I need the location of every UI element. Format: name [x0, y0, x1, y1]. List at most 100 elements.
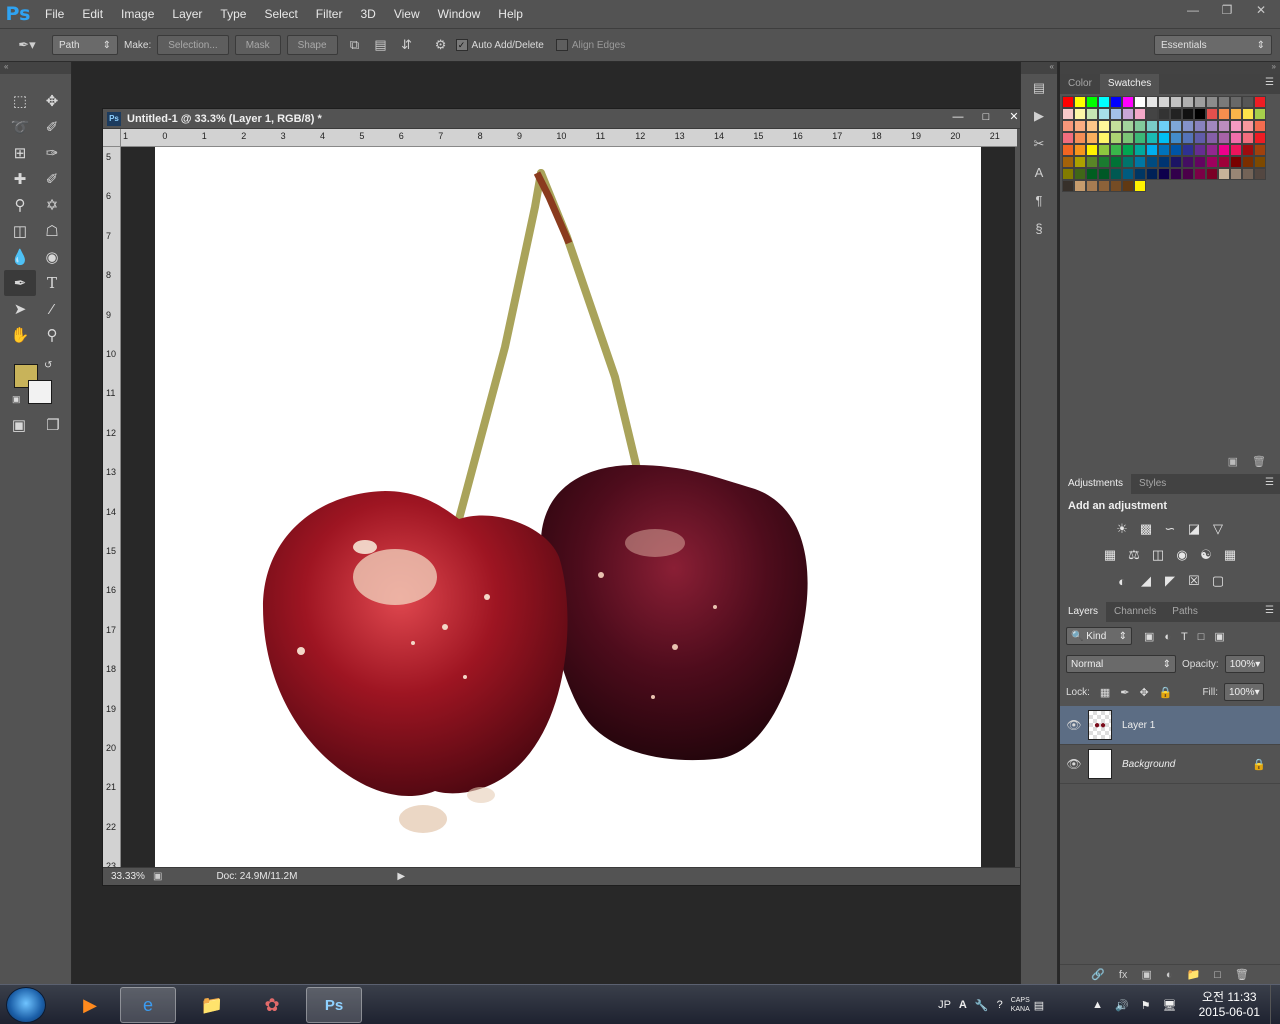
kind-filter-select[interactable]: 🔍 Kind ⇕ [1066, 627, 1132, 645]
color-swatch[interactable] [1062, 108, 1074, 120]
color-swatch[interactable] [1158, 132, 1170, 144]
color-swatch[interactable] [1122, 132, 1134, 144]
channel-mixer-icon[interactable]: ☯ [1197, 546, 1215, 564]
color-swatch[interactable] [1146, 144, 1158, 156]
lasso-tool-icon[interactable]: ➰ [4, 114, 36, 140]
status-menu-arrow-icon[interactable]: ▶ [397, 871, 405, 882]
color-swatch[interactable] [1194, 144, 1206, 156]
color-swatch[interactable] [1098, 180, 1110, 192]
color-swatch[interactable] [1158, 168, 1170, 180]
link-layers-icon[interactable]: 🔗 [1091, 968, 1105, 981]
color-swatch[interactable] [1254, 144, 1266, 156]
color-balance-icon[interactable]: ⚖ [1125, 546, 1143, 564]
color-swatch[interactable] [1218, 132, 1230, 144]
quick-mask-icon[interactable]: ▣ [6, 412, 32, 438]
brush-tool-icon[interactable]: ✐ [36, 166, 68, 192]
show-hidden-icons[interactable]: ▲ [1092, 999, 1103, 1011]
tab-paths[interactable]: Paths [1164, 602, 1206, 622]
color-swatch[interactable] [1206, 96, 1218, 108]
document-title-bar[interactable]: Ps Untitled-1 @ 33.3% (Layer 1, RGB/8) *… [103, 109, 1033, 129]
vertical-ruler[interactable]: 5 6 7 8 9 10 11 12 13 14 15 16 17 18 19 20 21 22 23 [103, 147, 121, 869]
color-swatch[interactable] [1086, 180, 1098, 192]
zoom-tool-icon[interactable]: ⚲ [36, 322, 68, 348]
language-indicator[interactable]: JP [938, 999, 951, 1011]
menu-view[interactable]: View [385, 0, 429, 28]
color-swatch[interactable] [1206, 168, 1218, 180]
close-icon[interactable]: ✕ [1252, 3, 1270, 17]
color-swatch[interactable] [1086, 144, 1098, 156]
color-swatch[interactable] [1122, 96, 1134, 108]
color-swatch[interactable] [1074, 144, 1086, 156]
strip-collapse-icon[interactable]: « [1021, 62, 1057, 74]
volume-icon[interactable]: 🔊 [1115, 999, 1129, 1012]
pen-tool-icon[interactable]: ✒ [4, 270, 36, 296]
eyedropper-tool-icon[interactable]: ✑ [36, 140, 68, 166]
color-swatch[interactable] [1194, 132, 1206, 144]
new-adjustment-icon[interactable]: ◐ [1166, 969, 1173, 981]
layer-row-layer-1[interactable]: 👁 ●● Layer 1 [1060, 706, 1280, 745]
background-color-swatch[interactable] [28, 380, 52, 404]
color-swatch[interactable] [1254, 108, 1266, 120]
canvas[interactable] [155, 147, 981, 869]
styles-strip-icon[interactable]: § [1021, 214, 1057, 242]
color-swatch[interactable] [1242, 168, 1254, 180]
color-swatch[interactable] [1074, 108, 1086, 120]
color-swatch[interactable] [1170, 120, 1182, 132]
color-swatch[interactable] [1086, 132, 1098, 144]
color-swatch[interactable] [1218, 144, 1230, 156]
color-swatch[interactable] [1242, 108, 1254, 120]
history-panel-icon[interactable]: ▤ [1021, 74, 1057, 102]
color-swatch[interactable] [1242, 120, 1254, 132]
color-swatch[interactable] [1074, 168, 1086, 180]
pen-tool-preset-icon[interactable]: ✒▾ [16, 34, 38, 56]
panel-menu-icon[interactable]: ☰ [1265, 77, 1274, 88]
align-edges-checkbox[interactable] [555, 39, 568, 51]
color-swatch[interactable] [1254, 132, 1266, 144]
path-selection-tool-icon[interactable]: ➤ [4, 296, 36, 322]
color-swatch[interactable] [1110, 132, 1122, 144]
color-swatch[interactable] [1098, 96, 1110, 108]
character-panel-icon[interactable]: A [1021, 158, 1057, 186]
status-share-icon[interactable]: ▣ [153, 871, 162, 882]
color-swatch[interactable] [1074, 156, 1086, 168]
gear-icon[interactable]: ⚙ [430, 34, 452, 56]
make-selection-button[interactable]: Selection... [157, 35, 229, 55]
minimize-icon[interactable]: — [1184, 3, 1202, 17]
color-swatch[interactable] [1146, 120, 1158, 132]
color-swatch[interactable] [1218, 120, 1230, 132]
color-swatch[interactable] [1122, 168, 1134, 180]
menu-file[interactable]: File [36, 0, 73, 28]
black-white-icon[interactable]: ◫ [1149, 546, 1167, 564]
color-swatch[interactable] [1254, 96, 1266, 108]
ime-tools-icon[interactable]: 🔧 [975, 999, 989, 1012]
filter-type-icons[interactable]: ▣◐T□▣ [1144, 630, 1235, 643]
color-swatch[interactable] [1122, 156, 1134, 168]
visibility-eye-icon[interactable]: 👁 [1060, 718, 1088, 732]
tab-swatches[interactable]: Swatches [1099, 74, 1160, 94]
media-player-icon[interactable]: ▶ [62, 987, 118, 1023]
color-swatch[interactable] [1074, 120, 1086, 132]
tool-presets-icon[interactable]: ✂ [1021, 130, 1057, 158]
new-group-icon[interactable]: 📁 [1187, 968, 1201, 981]
color-swatch[interactable] [1206, 120, 1218, 132]
healing-brush-tool-icon[interactable]: ✚ [4, 166, 36, 192]
doc-minimize-icon[interactable]: — [945, 109, 971, 125]
color-swatch[interactable] [1134, 168, 1146, 180]
ruler-origin[interactable] [103, 129, 121, 147]
color-swatch[interactable] [1242, 156, 1254, 168]
path-arrangement-icon[interactable]: ⇵ [396, 34, 418, 56]
color-swatch[interactable] [1122, 120, 1134, 132]
tab-layers[interactable]: Layers [1060, 602, 1107, 622]
path-operations-icon[interactable]: ⧉ [344, 34, 366, 56]
color-swatch[interactable] [1218, 108, 1230, 120]
gradient-map-icon[interactable]: ▢ [1209, 572, 1227, 590]
color-swatch[interactable] [1074, 132, 1086, 144]
color-swatch[interactable] [1146, 168, 1158, 180]
color-swatch[interactable] [1062, 120, 1074, 132]
panel-menu-icon[interactable]: ☰ [1265, 605, 1274, 616]
blend-mode-select[interactable]: Normal ⇕ [1066, 655, 1176, 673]
photo-filter-icon[interactable]: ◉ [1173, 546, 1191, 564]
color-swatch[interactable] [1122, 180, 1134, 192]
tools-panel-header[interactable]: « [0, 62, 71, 74]
color-swatch[interactable] [1122, 144, 1134, 156]
